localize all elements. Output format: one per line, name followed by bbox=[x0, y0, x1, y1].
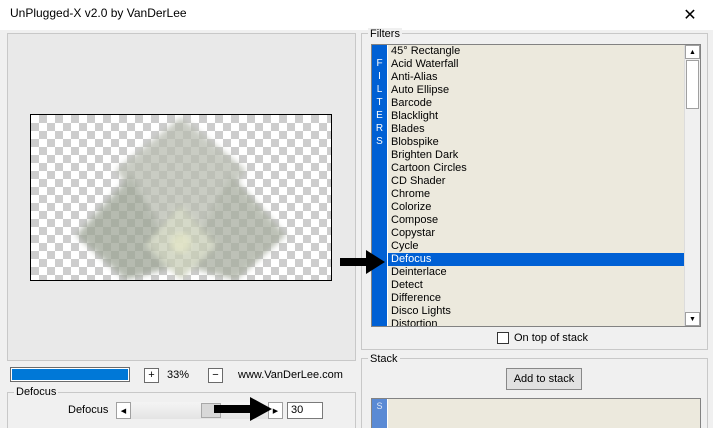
filter-list-item[interactable]: Barcode bbox=[388, 97, 685, 110]
scroll-thumb[interactable] bbox=[686, 60, 699, 109]
band-letter: I bbox=[378, 71, 381, 82]
filter-list-item[interactable]: Compose bbox=[388, 214, 685, 227]
filter-listbox[interactable]: FILTERS 45° Rectangle Acid Waterfall Anti-… bbox=[371, 44, 701, 327]
title-bar[interactable]: UnPlugged-X v2.0 by VanDerLee ✕ bbox=[0, 0, 713, 30]
filter-list-item[interactable]: Blobspike bbox=[388, 136, 685, 149]
band-letter: R bbox=[375, 123, 384, 134]
band-letter: E bbox=[376, 110, 383, 121]
filter-list-item[interactable]: Difference bbox=[388, 292, 685, 305]
add-to-stack-button[interactable]: Add to stack bbox=[506, 368, 582, 390]
close-icon[interactable]: ✕ bbox=[667, 0, 713, 30]
band-letter: T bbox=[376, 97, 383, 108]
filter-list-item[interactable]: Colorize bbox=[388, 201, 685, 214]
progress-bar bbox=[10, 367, 130, 382]
defocus-value-input[interactable]: 30 bbox=[287, 402, 323, 419]
defocus-group-title: Defocus bbox=[14, 386, 59, 398]
filters-group-title: Filters bbox=[368, 28, 402, 40]
stack-group: Stack Add to stack S bbox=[361, 353, 708, 428]
filter-items: 45° Rectangle Acid Waterfall Anti-Alias Aut… bbox=[388, 45, 685, 326]
preview-toolbar: + 33% − www.VanDerLee.com bbox=[7, 365, 356, 385]
stack-listbox[interactable]: S bbox=[371, 398, 701, 428]
filter-list-item[interactable]: Detect bbox=[388, 279, 685, 292]
website-link[interactable]: www.VanDerLee.com bbox=[238, 369, 343, 381]
slider-left-arrow-icon[interactable]: ◀ bbox=[116, 402, 131, 419]
on-top-of-stack-label: On top of stack bbox=[514, 332, 588, 344]
band-letter: S bbox=[376, 136, 383, 147]
filter-list-item[interactable]: Blacklight bbox=[388, 110, 685, 123]
filter-list-item[interactable]: Copystar bbox=[388, 227, 685, 240]
scroll-up-icon[interactable]: ▲ bbox=[685, 45, 700, 59]
on-top-of-stack-row[interactable]: On top of stack bbox=[497, 330, 588, 346]
plugin-window: UnPlugged-X v2.0 by VanDerLee ✕ + 33% − … bbox=[0, 0, 713, 428]
progress-fill bbox=[12, 369, 128, 380]
filter-list-item[interactable]: CD Shader bbox=[388, 175, 685, 188]
filter-scrollbar[interactable]: ▲ ▼ bbox=[684, 45, 700, 326]
filter-list-item[interactable]: Acid Waterfall bbox=[388, 58, 685, 71]
preview-canvas[interactable] bbox=[30, 114, 332, 281]
defocus-param-label: Defocus bbox=[68, 404, 109, 416]
stack-band: S bbox=[372, 399, 387, 428]
filter-list-item[interactable]: Blades bbox=[388, 123, 685, 136]
pointer-arrow-icon bbox=[214, 397, 272, 421]
filters-group: Filters FILTERS 45° Rectangle Acid Waterf… bbox=[361, 28, 708, 350]
filter-list-item[interactable]: Defocus bbox=[388, 253, 685, 266]
band-letter: L bbox=[376, 84, 383, 95]
filters-band: FILTERS bbox=[372, 45, 387, 326]
band-letter: F bbox=[376, 58, 383, 69]
defocus-group: Defocus Defocus ◀ ▶ 30 bbox=[7, 386, 356, 428]
on-top-of-stack-checkbox[interactable] bbox=[497, 332, 509, 344]
filter-list-item[interactable]: Deinterlace bbox=[388, 266, 685, 279]
window-title: UnPlugged-X v2.0 by VanDerLee bbox=[10, 6, 187, 20]
zoom-level: 33% bbox=[167, 369, 190, 381]
filter-list-item[interactable]: Cycle bbox=[388, 240, 685, 253]
filter-list-item[interactable]: Chrome bbox=[388, 188, 685, 201]
scroll-down-icon[interactable]: ▼ bbox=[685, 312, 700, 326]
filter-list-item[interactable]: Brighten Dark bbox=[388, 149, 685, 162]
filter-list-item[interactable]: 45° Rectangle bbox=[388, 45, 685, 58]
filter-list-item[interactable]: Distortion bbox=[388, 318, 685, 326]
filter-list-item[interactable]: Auto Ellipse bbox=[388, 84, 685, 97]
preview-panel bbox=[7, 33, 356, 361]
zoom-out-button[interactable]: − bbox=[208, 368, 223, 383]
filter-list-item[interactable]: Anti-Alias bbox=[388, 71, 685, 84]
list-pointer-arrow-icon bbox=[340, 250, 385, 274]
preview-image bbox=[76, 117, 286, 280]
zoom-in-button[interactable]: + bbox=[144, 368, 159, 383]
filter-list-item[interactable]: Disco Lights bbox=[388, 305, 685, 318]
stack-group-title: Stack bbox=[368, 353, 400, 365]
filter-list-item[interactable]: Cartoon Circles bbox=[388, 162, 685, 175]
stack-items bbox=[388, 399, 700, 428]
